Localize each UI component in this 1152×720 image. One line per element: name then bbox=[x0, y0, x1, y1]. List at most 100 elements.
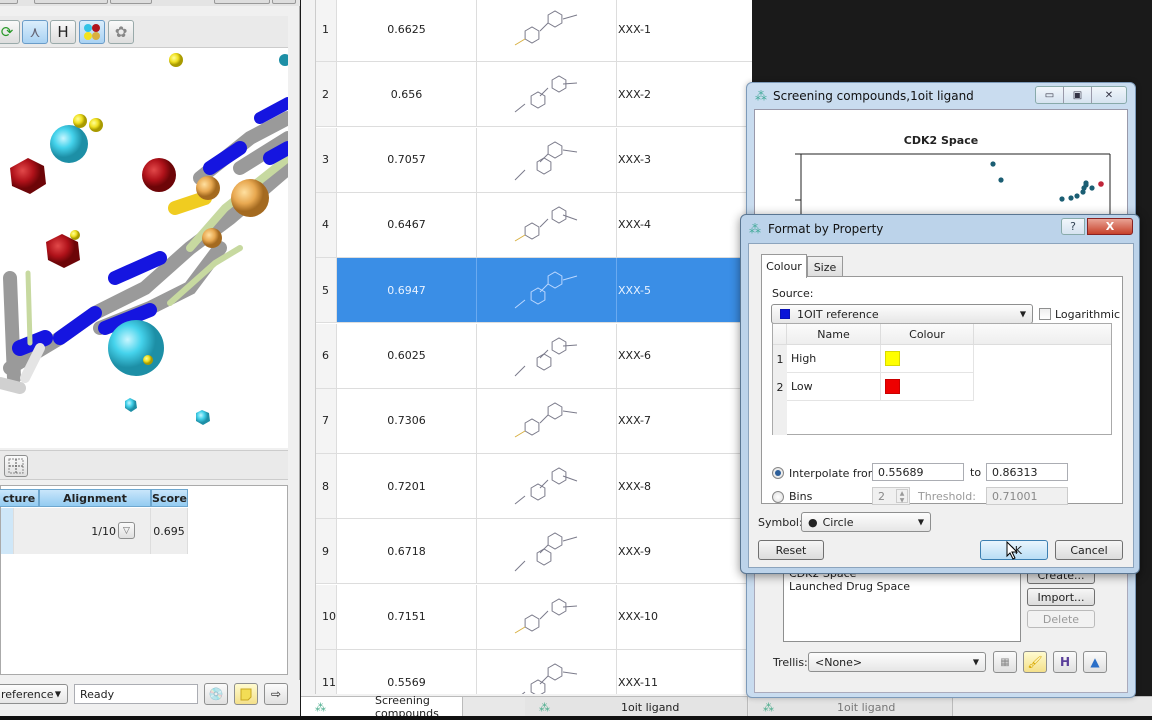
surface-icon[interactable]: ✿ bbox=[108, 20, 134, 44]
cancel-button[interactable]: Cancel bbox=[1055, 540, 1123, 560]
threshold-input[interactable]: 0.71001 bbox=[986, 487, 1068, 505]
3d-molecule-view[interactable] bbox=[0, 48, 288, 448]
grid-cell-name[interactable]: Low bbox=[787, 373, 881, 401]
tab-size[interactable]: Size bbox=[807, 256, 843, 278]
arrow-right-icon[interactable]: ⇨ bbox=[264, 683, 288, 705]
column-header-score[interactable]: Score bbox=[151, 489, 188, 507]
minimize-icon[interactable]: ▭ bbox=[1036, 87, 1064, 103]
logarithmic-checkbox[interactable] bbox=[1039, 308, 1051, 320]
grid-cell-name[interactable]: High bbox=[787, 345, 881, 373]
stepper-arrows-icon[interactable]: ▲ ▼ bbox=[896, 489, 908, 504]
chart-window-titlebar[interactable]: ⁂ Screening compounds,1oit ligand ▭ ▣ ✕ bbox=[747, 83, 1135, 109]
row-index[interactable]: 2 bbox=[316, 62, 337, 127]
dialog-titlebar[interactable]: ⁂ Format by Property ? X bbox=[741, 215, 1139, 243]
delete-button[interactable]: Delete bbox=[1027, 610, 1095, 628]
close-icon[interactable]: ✕ bbox=[1092, 87, 1126, 103]
hydrogen-icon[interactable]: H bbox=[50, 20, 76, 44]
export-icon[interactable]: H bbox=[1053, 651, 1077, 673]
refresh-icon[interactable]: ⟳ bbox=[0, 20, 20, 44]
grid-cell-colour[interactable] bbox=[881, 345, 974, 373]
score-cell: 0.6025 bbox=[337, 323, 477, 388]
column-header-structure[interactable]: cture bbox=[0, 489, 39, 507]
tab-1oit-ligand-2[interactable]: ⁂ 1oit ligand bbox=[749, 697, 953, 717]
row-index[interactable]: 11 bbox=[316, 650, 337, 694]
structure-cell[interactable] bbox=[477, 650, 617, 694]
structure-cell[interactable] bbox=[477, 192, 617, 257]
symbol-select[interactable]: ● Circle ▼ bbox=[801, 512, 931, 532]
table-row[interactable]: 7 0.7306 XXX-7 bbox=[316, 388, 752, 454]
menu-tab[interactable] bbox=[272, 0, 296, 4]
compound-name-cell: XXX-9 bbox=[618, 544, 652, 558]
close-icon[interactable]: X bbox=[1087, 218, 1133, 235]
table-row[interactable]: 3 0.7057 XXX-3 bbox=[316, 127, 752, 193]
row-index[interactable]: 3 bbox=[316, 127, 337, 192]
table-row[interactable]: 8 0.7201 XXX-8 bbox=[316, 454, 752, 520]
table-row[interactable]: 4 0.6467 XXX-4 bbox=[316, 192, 752, 258]
row-index[interactable]: 6 bbox=[316, 323, 337, 388]
reset-button[interactable]: Reset bbox=[758, 540, 824, 560]
trellis-select[interactable]: <None> ▼ bbox=[808, 652, 986, 672]
compound-name-cell: XXX-2 bbox=[618, 87, 652, 101]
structure-cell[interactable] bbox=[477, 0, 617, 61]
structure-cell[interactable] bbox=[477, 258, 617, 323]
spaces-list[interactable]: CDK2 Space Launched Drug Space bbox=[783, 567, 1021, 642]
table-row[interactable]: 11 0.5569 XXX-11 bbox=[316, 650, 752, 694]
row-index[interactable]: 4 bbox=[316, 192, 337, 257]
disk-icon[interactable]: 💿 bbox=[204, 683, 228, 705]
import-button[interactable]: Import... bbox=[1027, 588, 1095, 606]
structure-cell[interactable] bbox=[477, 127, 617, 192]
structure-cell[interactable] bbox=[1, 508, 14, 554]
structure-cell[interactable] bbox=[477, 62, 617, 127]
atom-colors-icon[interactable] bbox=[79, 20, 105, 44]
grid-icon[interactable]: ▦ bbox=[993, 651, 1017, 673]
wireframe-icon[interactable]: ⋏ bbox=[22, 20, 48, 44]
interpolate-to-input[interactable]: 0.86313 bbox=[986, 463, 1068, 481]
bins-stepper[interactable]: 2 ▲ ▼ bbox=[872, 487, 910, 505]
help-icon[interactable]: ? bbox=[1061, 218, 1085, 235]
paint-icon[interactable]: 🖌 bbox=[1023, 651, 1047, 673]
menu-tab[interactable] bbox=[214, 0, 270, 4]
menu-tab[interactable] bbox=[0, 0, 18, 4]
colour-swatch-low[interactable] bbox=[885, 379, 900, 394]
table-row[interactable]: 5 0.6947 XXX-5 bbox=[316, 258, 752, 324]
grid-cell-colour[interactable] bbox=[881, 373, 974, 401]
grid-header-name[interactable]: Name bbox=[787, 324, 881, 345]
space-item[interactable]: Launched Drug Space bbox=[789, 580, 1015, 593]
grid-header-colour[interactable]: Colour bbox=[881, 324, 974, 345]
note-icon[interactable] bbox=[234, 683, 258, 705]
tab-1oit-ligand[interactable]: ⁂ 1oit ligand bbox=[525, 697, 748, 717]
row-index[interactable]: 7 bbox=[316, 388, 337, 453]
interpolate-from-input[interactable]: 0.55689 bbox=[872, 463, 964, 481]
crosshair-icon[interactable] bbox=[4, 455, 28, 477]
structure-cell[interactable] bbox=[477, 454, 617, 519]
interpolate-radio[interactable] bbox=[772, 467, 784, 479]
restore-icon[interactable]: ▣ bbox=[1064, 87, 1092, 103]
source-select[interactable]: 1OIT reference ▼ bbox=[771, 304, 1033, 324]
column-header-alignment[interactable]: Alignment bbox=[39, 489, 151, 507]
table-row[interactable]: 2 0.656 XXX-2 bbox=[316, 62, 752, 128]
table-row[interactable]: 1 0.6625 XXX-1 bbox=[316, 0, 752, 62]
structure-cell[interactable] bbox=[477, 519, 617, 584]
row-index[interactable]: 9 bbox=[316, 519, 337, 584]
scatter-point bbox=[1089, 185, 1095, 191]
menu-tab[interactable] bbox=[110, 0, 152, 4]
row-index[interactable]: 5 bbox=[316, 258, 337, 323]
menu-tab[interactable] bbox=[34, 0, 108, 4]
tab-screening-compounds[interactable]: ⁂ Screening compounds bbox=[301, 694, 463, 720]
table-row[interactable]: 10 0.7151 XXX-10 bbox=[316, 584, 752, 650]
structure-cell[interactable] bbox=[477, 584, 617, 649]
structure-cell[interactable] bbox=[477, 323, 617, 388]
picture-icon[interactable]: ▲ bbox=[1083, 651, 1107, 673]
source-select-value: 1OIT reference bbox=[797, 307, 879, 321]
alignment-dropdown-icon[interactable]: ▽ bbox=[118, 522, 135, 539]
colour-swatch-high[interactable] bbox=[885, 351, 900, 366]
structure-cell[interactable] bbox=[477, 388, 617, 453]
reference-select[interactable]: reference ▼ bbox=[0, 684, 68, 704]
bins-radio[interactable] bbox=[772, 491, 784, 503]
row-index[interactable]: 10 bbox=[316, 584, 337, 649]
table-row[interactable]: 9 0.6718 XXX-9 bbox=[316, 519, 752, 585]
table-row[interactable]: 6 0.6025 XXX-6 bbox=[316, 323, 752, 389]
tab-colour[interactable]: Colour bbox=[761, 254, 807, 278]
row-index[interactable]: 8 bbox=[316, 454, 337, 519]
row-index[interactable]: 1 bbox=[316, 0, 337, 61]
